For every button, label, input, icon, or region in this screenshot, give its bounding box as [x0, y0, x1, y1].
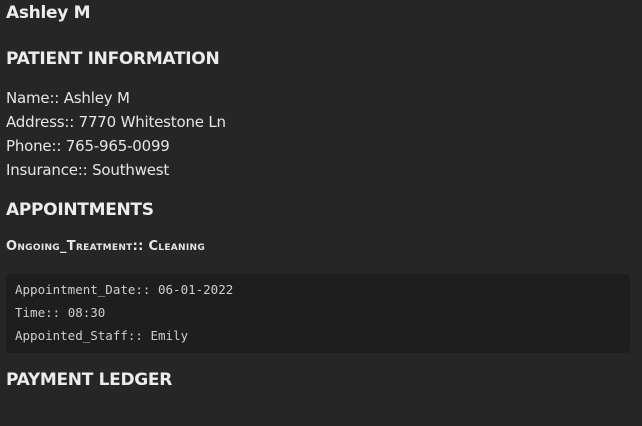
- appointments-heading: APPOINTMENTS: [6, 200, 154, 220]
- ongoing-treatment-value: Cleaning: [148, 239, 206, 254]
- patient-information-heading: PATIENT INFORMATION: [6, 49, 220, 69]
- code-value: 08:30: [67, 305, 106, 320]
- patient-name-field: Name:: Ashley M: [6, 89, 130, 107]
- appointment-date-line: Appointment_Date:: 06-01-2022: [15, 282, 233, 298]
- appointment-time-line: Time:: 08:30: [15, 305, 105, 321]
- ongoing-treatment-label: Ongoing_Treatment::: [6, 239, 144, 254]
- field-value: Southwest: [92, 161, 170, 179]
- field-value: 765-965-0099: [65, 137, 170, 155]
- appointment-code-block: Appointment_Date:: 06-01-2022 Time:: 08:…: [6, 274, 630, 353]
- field-label: Name::: [6, 89, 60, 107]
- field-label: Insurance::: [6, 161, 88, 179]
- code-value: Emily: [150, 328, 189, 343]
- ongoing-treatment-heading: Ongoing_Treatment:: Cleaning: [6, 239, 205, 255]
- code-value: 06-01-2022: [158, 282, 234, 297]
- code-label: Appointment_Date::: [15, 282, 151, 297]
- field-value: Ashley M: [63, 89, 130, 107]
- code-label: Appointed_Staff::: [15, 328, 143, 343]
- page-title: Ashley M: [6, 3, 91, 23]
- patient-phone-field: Phone:: 765-965-0099: [6, 137, 170, 155]
- patient-address-field: Address:: 7770 Whitestone Ln: [6, 113, 226, 131]
- field-label: Phone::: [6, 137, 62, 155]
- code-label: Time::: [15, 305, 61, 320]
- payment-ledger-heading: PAYMENT LEDGER: [6, 370, 173, 390]
- field-value: 7770 Whitestone Ln: [78, 113, 226, 131]
- appointed-staff-line: Appointed_Staff:: Emily: [15, 328, 188, 344]
- patient-insurance-field: Insurance:: Southwest: [6, 161, 169, 179]
- field-label: Address::: [6, 113, 75, 131]
